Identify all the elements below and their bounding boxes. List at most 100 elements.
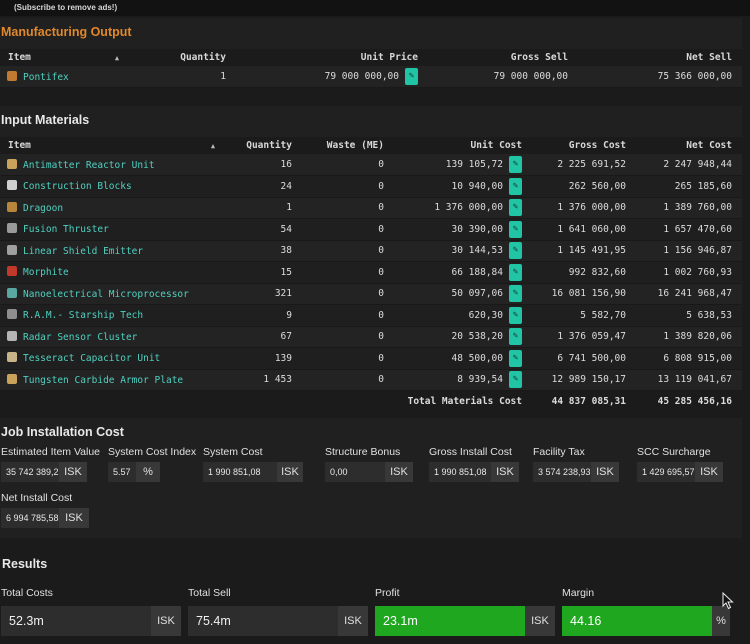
ship-icon <box>7 70 17 81</box>
output-table: Item ▲ Quantity Unit Price Gross Sell Net… <box>0 49 742 88</box>
edit-price-icon[interactable]: ✎ <box>509 177 522 195</box>
unit-cost-value: 620,30 <box>468 309 503 321</box>
col-quantity-header[interactable]: Quantity <box>228 137 292 154</box>
unit-cost-cell: 139 105,72 ✎ <box>384 154 522 176</box>
material-row: Linear Shield Emitter 38 0 30 144,53 ✎ 1 145 … <box>0 240 742 262</box>
gross-install-cost-input[interactable]: 1 990 851,08 <box>429 462 491 482</box>
quantity-cell: 1 <box>228 197 292 219</box>
total-sell-output: 75.4m <box>188 606 338 636</box>
margin-field: 44.16% <box>562 606 730 636</box>
edit-price-icon[interactable]: ✎ <box>509 349 522 367</box>
materials-table: Item ▲ Quantity Waste (ME) Unit Cost Gros… <box>0 137 742 412</box>
col-item-header[interactable]: Item ▲ <box>0 49 170 66</box>
edit-price-icon[interactable]: ✎ <box>509 242 522 260</box>
col-net-cost-header[interactable]: Net Cost <box>626 137 742 154</box>
gross-cost-cell: 16 081 156,90 <box>522 283 626 305</box>
facility-tax-input[interactable]: 3 574 238,93 <box>533 462 591 482</box>
structure-bonus-field: 0,00 ISK <box>325 462 413 482</box>
edit-price-icon[interactable]: ✎ <box>509 263 522 281</box>
col-quantity-header[interactable]: Quantity <box>170 49 226 66</box>
unit-cost-cell: 20 538,20 ✎ <box>384 326 522 348</box>
item-link[interactable]: Dragoon <box>23 203 63 214</box>
item-link[interactable]: Fusion Thruster <box>23 224 109 235</box>
item-link[interactable]: Nanoelectrical Microprocessor <box>23 289 189 300</box>
unit-cost-value: 20 538,20 <box>451 331 503 343</box>
col-gross-cost-header[interactable]: Gross Cost <box>522 137 626 154</box>
col-unit-price-header[interactable]: Unit Price <box>226 49 418 66</box>
gross-cost-cell: 1 376 000,00 <box>522 197 626 219</box>
estimated-item-value-field: 35 742 389,25 ISK <box>1 462 87 482</box>
col-item-header[interactable]: Item ▲ <box>0 137 228 154</box>
material-row: R.A.M.- Starship Tech 9 0 620,30 ✎ 5 582,70 5 … <box>0 304 742 327</box>
system-cost-input[interactable]: 1 990 851,08 <box>203 462 277 482</box>
item-cell: Construction Blocks <box>0 175 228 198</box>
structure-bonus-label: Structure Bonus <box>325 446 401 458</box>
col-gross-sell-header[interactable]: Gross Sell <box>418 49 568 66</box>
item-link[interactable]: Linear Shield Emitter <box>23 246 143 257</box>
material-icon <box>7 223 17 234</box>
total-row: Total Materials Cost 44 837 085,31 45 28… <box>0 390 742 412</box>
scc-surcharge-input[interactable]: 1 429 695,57 <box>637 462 695 482</box>
estimated-item-value-input[interactable]: 35 742 389,25 <box>1 462 64 482</box>
material-icon <box>7 287 17 298</box>
unit-cost-value: 48 500,00 <box>451 352 503 364</box>
total-net-cost: 45 285 456,16 <box>626 390 742 412</box>
edit-price-icon[interactable]: ✎ <box>405 68 418 85</box>
scc-surcharge-field: 1 429 695,57 ISK <box>637 462 723 482</box>
edit-price-icon[interactable]: ✎ <box>509 328 522 346</box>
waste-cell: 0 <box>292 369 384 391</box>
material-row: Radar Sensor Cluster 67 0 20 538,20 ✎ 1 376 0… <box>0 326 742 348</box>
edit-price-icon[interactable]: ✎ <box>509 220 522 238</box>
system-cost-index-input[interactable]: 5.57 <box>108 462 136 482</box>
structure-bonus-unit: ISK <box>385 462 413 482</box>
item-link[interactable]: Construction Blocks <box>23 181 132 192</box>
material-row: Tesseract Capacitor Unit 139 0 48 500,00 ✎ 6 … <box>0 347 742 370</box>
quantity-cell: 1 <box>170 66 226 88</box>
quantity-cell: 54 <box>228 218 292 241</box>
item-cell: Nanoelectrical Microprocessor <box>0 283 228 305</box>
item-cell: Tesseract Capacitor Unit <box>0 347 228 370</box>
item-link[interactable]: Tungsten Carbide Armor Plate <box>23 375 183 386</box>
col-net-sell-header[interactable]: Net Sell <box>568 49 742 66</box>
edit-price-icon[interactable]: ✎ <box>509 199 522 217</box>
unit-cost-value: 8 939,54 <box>457 374 503 386</box>
waste-cell: 0 <box>292 240 384 262</box>
structure-bonus-input[interactable]: 0,00 <box>325 462 385 482</box>
unit-price-cell: 79 000 000,00 ✎ <box>226 66 418 88</box>
item-link[interactable]: Antimatter Reactor Unit <box>23 160 155 171</box>
item-cell: Antimatter Reactor Unit <box>0 154 228 176</box>
material-icon <box>7 244 17 255</box>
material-row: Nanoelectrical Microprocessor 321 0 50 097,… <box>0 283 742 305</box>
profit-output: 23.1m <box>375 606 525 636</box>
scc-surcharge-label: SCC Surcharge <box>637 446 711 458</box>
edit-price-icon[interactable]: ✎ <box>509 371 522 389</box>
system-cost-index-label: System Cost Index <box>108 446 197 458</box>
net-cost-cell: 265 185,60 <box>626 175 742 198</box>
item-link[interactable]: Tesseract Capacitor Unit <box>23 353 160 364</box>
unit-cost-value: 30 144,53 <box>451 245 503 257</box>
col-unit-cost-header[interactable]: Unit Cost <box>384 137 522 154</box>
net-cost-cell: 1 156 946,87 <box>626 240 742 262</box>
edit-price-icon[interactable]: ✎ <box>509 156 522 173</box>
unit-cost-cell: 50 097,06 ✎ <box>384 283 522 305</box>
total-costs-label: Total Costs <box>1 587 53 599</box>
profit-label: Profit <box>375 587 400 599</box>
waste-cell: 0 <box>292 326 384 348</box>
profit-unit: ISK <box>525 606 555 636</box>
col-waste-header[interactable]: Waste (ME) <box>292 137 384 154</box>
edit-price-icon[interactable]: ✎ <box>509 285 522 303</box>
item-link[interactable]: Morphite <box>23 267 69 278</box>
net-install-cost-input[interactable]: 6 994 785,58 <box>1 508 59 528</box>
edit-price-icon[interactable]: ✎ <box>509 306 522 324</box>
item-link[interactable]: R.A.M.- Starship Tech <box>23 310 143 321</box>
net-cost-cell: 1 657 470,60 <box>626 218 742 241</box>
item-link[interactable]: Pontifex <box>23 72 69 83</box>
profit-field: 23.1m ISK <box>375 606 555 636</box>
manufacturing-output-title: Manufacturing Output <box>1 25 132 39</box>
item-link[interactable]: Radar Sensor Cluster <box>23 332 137 343</box>
waste-cell: 0 <box>292 304 384 327</box>
net-sell-cell: 75 366 000,00 <box>568 66 742 88</box>
sort-arrow-icon: ▲ <box>210 142 216 150</box>
input-materials-title: Input Materials <box>1 113 90 127</box>
total-gross-cost: 44 837 085,31 <box>522 390 626 412</box>
